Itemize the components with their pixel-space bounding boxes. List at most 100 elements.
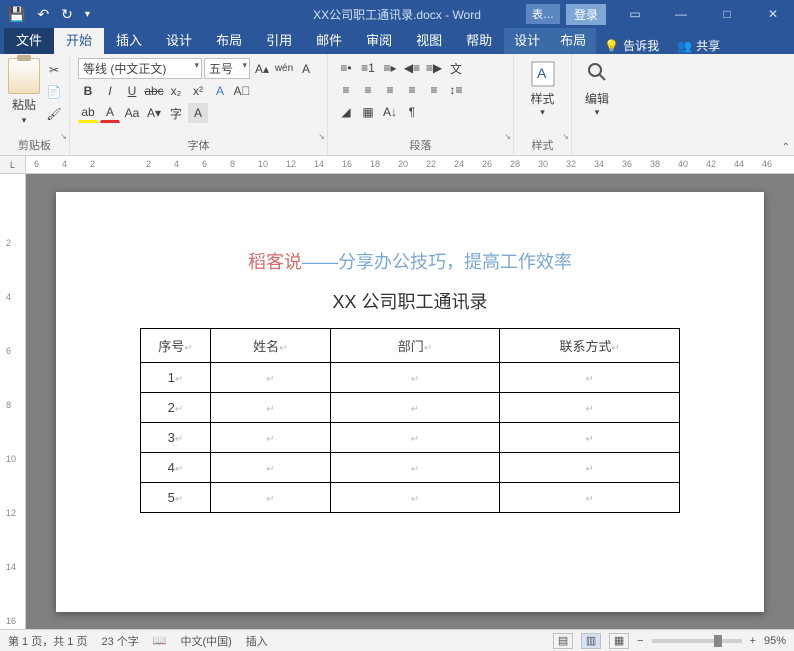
contacts-table[interactable]: 序号↵ 姓名↵ 部门↵ 联系方式↵ 1↵↵↵↵2↵↵↵↵3↵↵↵↵4↵↵↵↵5↵… <box>140 328 680 513</box>
borders-icon[interactable]: ▦ <box>358 102 378 122</box>
tell-me-button[interactable]: 💡告诉我 <box>596 37 667 54</box>
tab-layout[interactable]: 布局 <box>204 25 254 54</box>
numbered-list-icon[interactable]: ≡1 <box>358 58 378 78</box>
character-border-icon[interactable]: A <box>296 59 316 79</box>
distributed-icon[interactable]: ≡ <box>424 80 444 100</box>
window-title: XX公司职工通讯录.docx - Word <box>313 6 481 23</box>
table-row[interactable]: 1↵↵↵↵ <box>141 363 680 393</box>
decrease-font-size-icon[interactable]: A▾ <box>144 103 164 123</box>
tab-mail[interactable]: 邮件 <box>304 25 354 54</box>
format-painter-icon[interactable]: 🖌 <box>44 104 64 124</box>
strikethrough-button[interactable]: abc <box>144 81 164 101</box>
clipboard-dialog-launcher[interactable]: ↘ <box>60 132 67 141</box>
close-icon[interactable]: ✕ <box>752 0 794 28</box>
chevron-down-icon: ▾ <box>540 107 545 118</box>
view-read-mode-icon[interactable]: ▤ <box>553 633 573 649</box>
change-case-icon[interactable]: Aa <box>122 103 142 123</box>
maximize-icon[interactable]: □ <box>706 0 748 28</box>
shading-icon[interactable]: ◢ <box>336 102 356 122</box>
qat-more-icon[interactable]: ▾ <box>85 9 90 20</box>
tab-file[interactable]: 文件 <box>4 25 54 54</box>
view-web-layout-icon[interactable]: ▦ <box>609 633 629 649</box>
zoom-slider[interactable] <box>652 639 742 643</box>
zoom-thumb[interactable] <box>714 635 722 647</box>
phonetic-guide-icon[interactable]: wén <box>274 59 294 79</box>
justify-icon[interactable]: ≡ <box>402 80 422 100</box>
font-dialog-launcher[interactable]: ↘ <box>318 132 325 141</box>
bold-button[interactable]: B <box>78 81 98 101</box>
view-print-layout-icon[interactable]: ▥ <box>581 633 601 649</box>
styles-dialog-launcher[interactable]: ↘ <box>562 132 569 141</box>
italic-button[interactable]: I <box>100 81 120 101</box>
tab-table-design[interactable]: 设计 <box>504 25 550 54</box>
bullet-list-icon[interactable]: ≡• <box>336 58 356 78</box>
align-center-icon[interactable]: ≡ <box>358 80 378 100</box>
ribbon-options-icon[interactable]: ▭ <box>614 0 656 28</box>
status-insert-mode[interactable]: 插入 <box>246 633 268 649</box>
status-language[interactable]: 中文(中国) <box>180 633 231 649</box>
table-row[interactable]: 4↵↵↵↵ <box>141 453 680 483</box>
tab-help[interactable]: 帮助 <box>454 25 504 54</box>
highlight-icon[interactable]: ab <box>78 103 98 123</box>
status-proofing-icon[interactable]: 📖 <box>153 634 167 647</box>
zoom-in-icon[interactable]: + <box>750 635 756 647</box>
copy-icon[interactable]: 📄 <box>44 82 64 102</box>
superscript-button[interactable]: x² <box>188 81 208 101</box>
collapse-ribbon-icon[interactable]: ⌃ <box>782 142 790 153</box>
share-label: 共享 <box>696 37 720 54</box>
tab-references[interactable]: 引用 <box>254 25 304 54</box>
tab-insert[interactable]: 插入 <box>104 25 154 54</box>
styles-button[interactable]: A 样式 ▾ <box>522 58 563 120</box>
cut-icon[interactable]: ✂ <box>44 60 64 80</box>
font-family-combo[interactable]: 等线 (中文正文) <box>78 58 202 79</box>
line-spacing-icon[interactable]: ↕≡ <box>446 80 466 100</box>
table-row[interactable]: 3↵↵↵↵ <box>141 423 680 453</box>
increase-font-size-icon[interactable]: A▴ <box>252 59 272 79</box>
vertical-ruler[interactable]: 246810121416 <box>0 174 26 629</box>
tab-design[interactable]: 设计 <box>154 25 204 54</box>
tab-review[interactable]: 审阅 <box>354 25 404 54</box>
group-paragraph-label: 段落 <box>336 135 505 153</box>
paragraph-dialog-launcher[interactable]: ↘ <box>504 132 511 141</box>
zoom-out-icon[interactable]: − <box>637 635 643 647</box>
sign-in-button[interactable]: 登录 <box>566 4 606 25</box>
sort-icon[interactable]: A↓ <box>380 102 400 122</box>
multilevel-list-icon[interactable]: ≡▸ <box>380 58 400 78</box>
paste-icon <box>8 58 40 94</box>
status-word-count[interactable]: 23 个字 <box>101 633 138 649</box>
paste-button[interactable]: 粘贴 ▾ <box>8 58 40 126</box>
subscript-button[interactable]: x₂ <box>166 81 186 101</box>
align-right-icon[interactable]: ≡ <box>380 80 400 100</box>
enclose-char-icon[interactable]: 字 <box>166 103 186 123</box>
font-color-icon[interactable]: A <box>100 103 120 123</box>
clear-format-icon[interactable]: A⃠ <box>232 81 252 101</box>
table-row[interactable]: 5↵↵↵↵ <box>141 483 680 513</box>
status-page[interactable]: 第 1 页，共 1 页 <box>8 633 87 649</box>
header-dept: 部门↵ <box>330 329 500 363</box>
undo-icon[interactable]: ↶ <box>37 6 49 23</box>
font-size-combo[interactable]: 五号 <box>204 58 250 79</box>
save-icon[interactable]: 💾 <box>8 6 25 23</box>
zoom-level[interactable]: 95% <box>764 635 786 647</box>
tab-home[interactable]: 开始 <box>54 25 104 54</box>
minimize-icon[interactable]: — <box>660 0 702 28</box>
document-canvas[interactable]: 稻客说——分享办公技巧，提高工作效率 XX 公司职工通讯录 序号↵ 姓名↵ 部门… <box>26 174 794 629</box>
redo-icon[interactable]: ↻ <box>61 6 73 23</box>
align-left-icon[interactable]: ≡ <box>336 80 356 100</box>
show-marks-icon[interactable]: ¶ <box>402 102 422 122</box>
headline-dash: —— <box>302 252 338 272</box>
underline-button[interactable]: U <box>122 81 142 101</box>
tab-view[interactable]: 视图 <box>404 25 454 54</box>
text-effects-icon[interactable]: A <box>210 81 230 101</box>
asian-layout-icon[interactable]: 文 <box>446 58 466 78</box>
horizontal-ruler[interactable]: 6422468101214161820222426283032343638404… <box>26 156 794 174</box>
title-bar-right: 表… 登录 ▭ — □ ✕ <box>526 0 794 28</box>
tab-table-layout[interactable]: 布局 <box>550 25 596 54</box>
share-button[interactable]: 👥共享 <box>667 37 730 54</box>
decrease-indent-icon[interactable]: ◀≡ <box>402 58 422 78</box>
increase-indent-icon[interactable]: ≡▶ <box>424 58 444 78</box>
table-row[interactable]: 2↵↵↵↵ <box>141 393 680 423</box>
char-shading-icon[interactable]: A <box>188 103 208 123</box>
editing-button[interactable]: 编辑 ▾ <box>580 58 614 120</box>
group-editing-label <box>580 139 614 153</box>
